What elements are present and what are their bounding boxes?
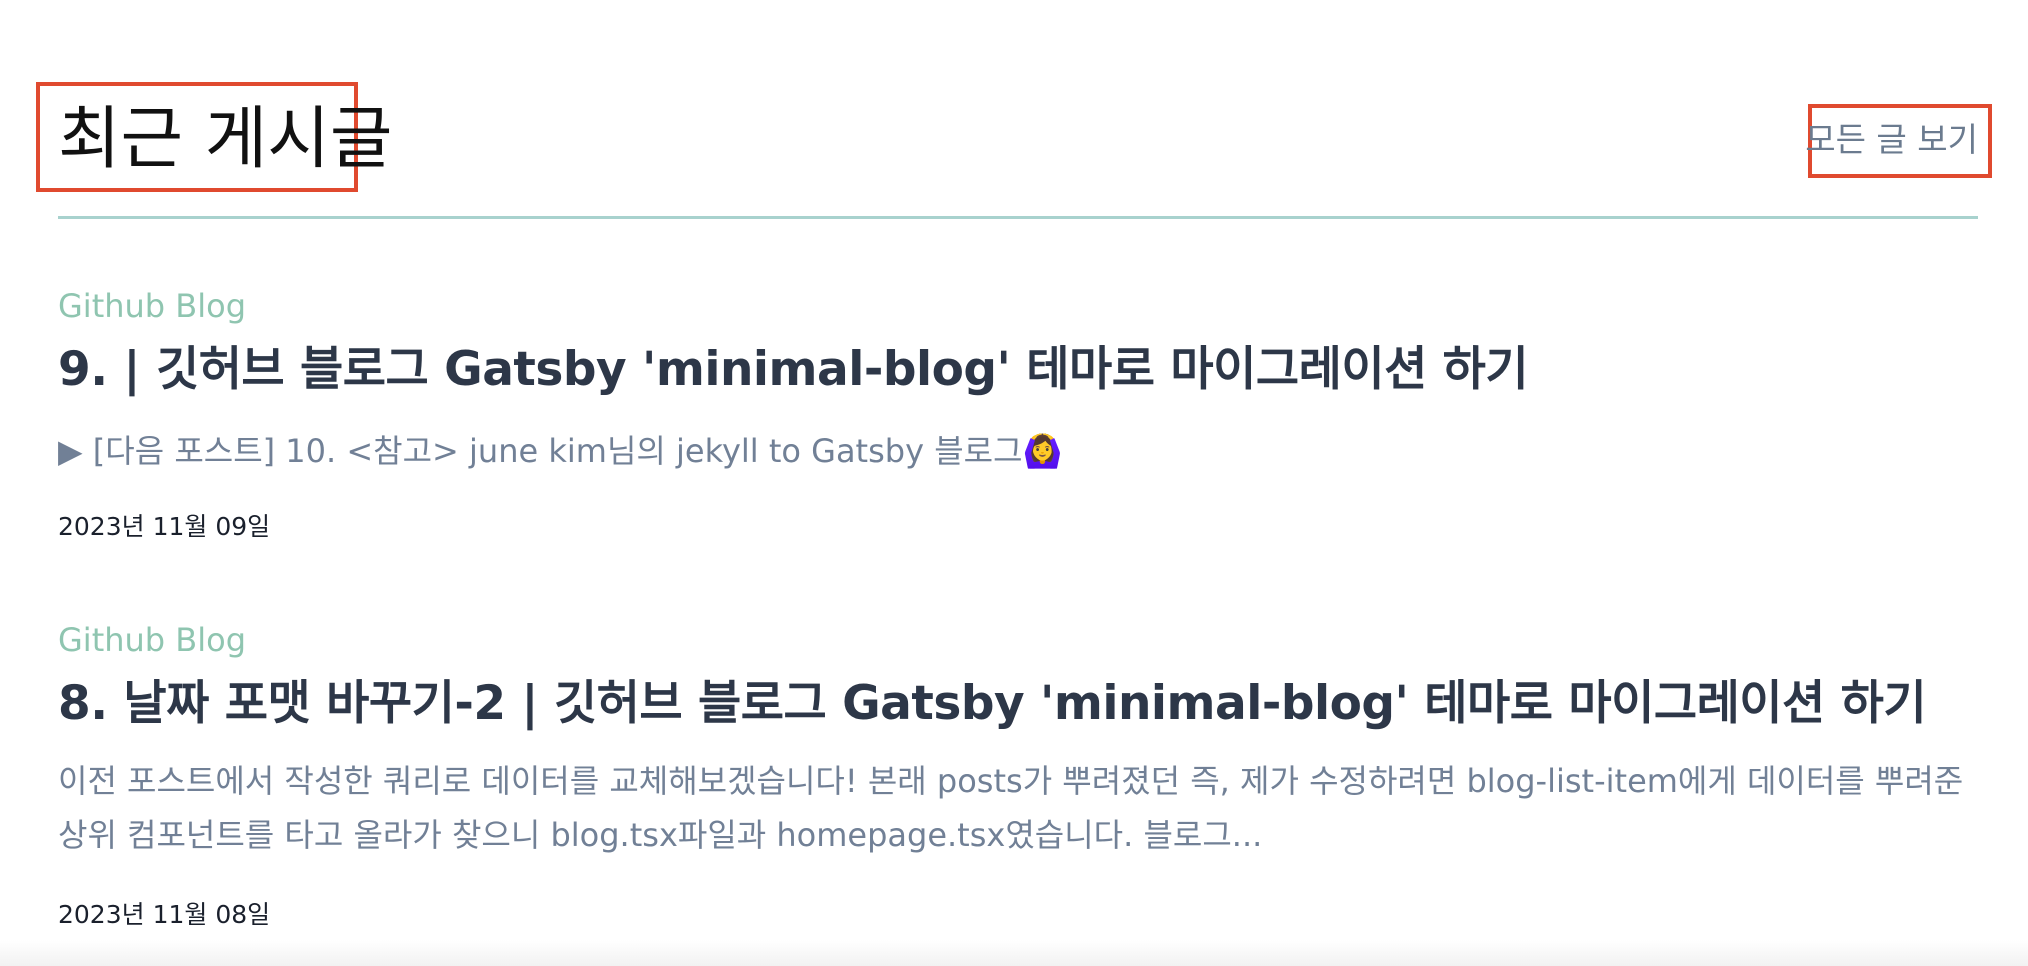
- post-date: 2023년 11월 09일: [58, 512, 271, 541]
- post-title-link[interactable]: 9. | 깃허브 블로그 Gatsby 'minimal-blog' 테마로 마…: [58, 342, 1529, 398]
- view-all-posts-link[interactable]: 모든 글 보기: [1805, 120, 1978, 160]
- post-excerpt: 이전 포스트에서 작성한 쿼리로 데이터를 교체해보겠습니다! 본래 posts…: [58, 762, 1964, 854]
- section-header: 최근 게시글 모든 글 보기: [36, 80, 1992, 219]
- post-category-link[interactable]: Github Blog: [58, 620, 246, 660]
- post-excerpt: ▶ [다음 포스트] 10. <참고> june kim님의 jekyll to…: [58, 432, 1063, 470]
- section-title: 최근 게시글: [58, 100, 393, 179]
- post-title-link[interactable]: 8. 날짜 포맷 바꾸기-2 | 깃허브 블로그 Gatsby 'minimal…: [58, 676, 1927, 732]
- post-date: 2023년 11월 08일: [58, 900, 271, 929]
- bottom-fade: [0, 940, 2028, 966]
- post-category-link[interactable]: Github Blog: [58, 286, 246, 326]
